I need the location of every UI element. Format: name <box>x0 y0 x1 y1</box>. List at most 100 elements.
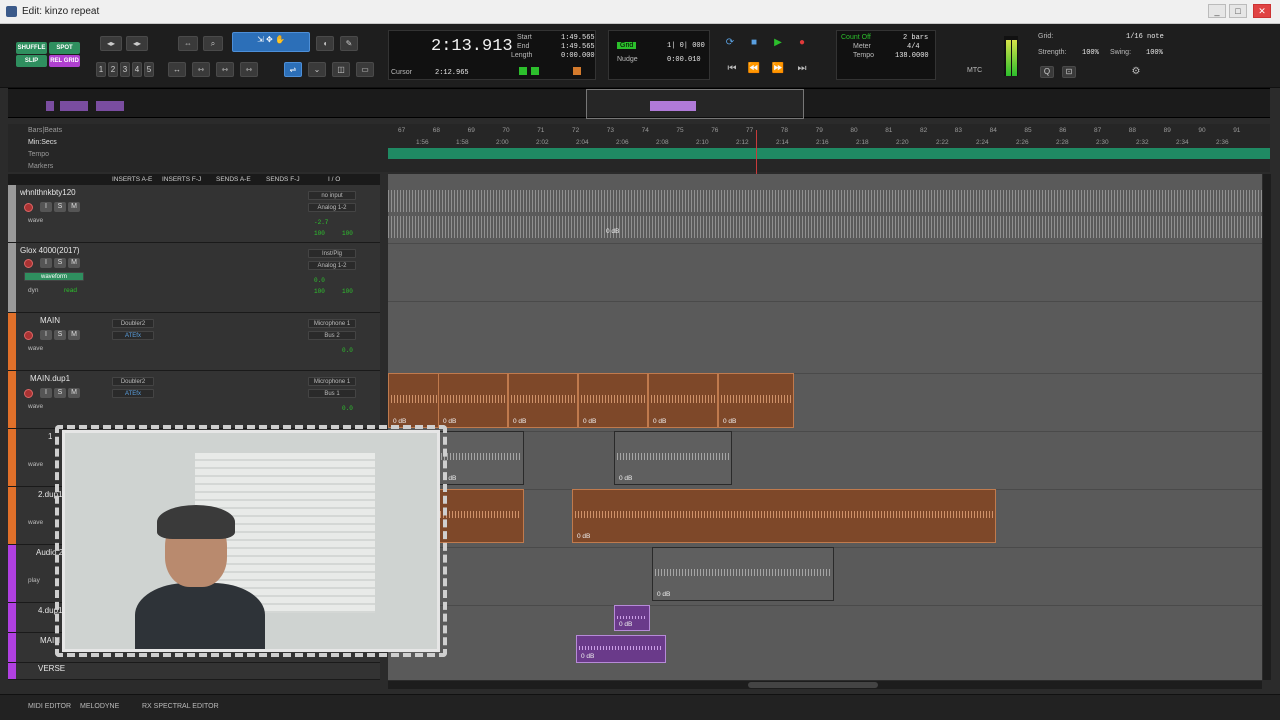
main-counter[interactable]: 2:13.913 Start End Length 1:49.565 1:49.… <box>388 30 596 80</box>
clip-gain[interactable]: 0 dB <box>619 621 632 628</box>
smart-tool[interactable]: ⇲ ✥ ✋ <box>232 32 310 52</box>
mirror-midi-icon[interactable]: ◫ <box>332 62 350 77</box>
audio-clip[interactable]: 0 dB <box>614 605 650 631</box>
audio-clip[interactable]: 0 dB <box>438 431 524 485</box>
track-pan-right[interactable]: 100 <box>342 230 353 237</box>
grid-mode-button[interactable]: REL GRID <box>49 55 80 67</box>
grid-lock-icon[interactable]: ⊡ <box>1062 66 1076 78</box>
zoom-preset-1[interactable]: 1 <box>96 62 106 77</box>
clip-gain[interactable]: 0 dB <box>577 533 590 540</box>
track-view[interactable]: wave <box>28 461 43 468</box>
maximize-button[interactable]: □ <box>1229 4 1247 18</box>
search-icon[interactable]: ⌕ <box>203 36 223 51</box>
track-name[interactable]: MAIN.dup1 <box>30 374 70 383</box>
track-input-selector[interactable]: Inst/Plg <box>308 249 356 258</box>
record-arm-button[interactable] <box>24 389 33 398</box>
track-row[interactable]: Glox 4000(2017) I S M waveform dyn read … <box>8 243 380 313</box>
clip-gain[interactable]: 0 dB <box>606 228 619 235</box>
track-name[interactable]: Audio 2 <box>36 548 63 557</box>
strength-value[interactable]: 100% <box>1082 49 1099 57</box>
automation-mode[interactable]: read <box>64 287 77 294</box>
track-output-selector[interactable]: Analog 1-2 <box>308 261 356 270</box>
mute-button[interactable]: M <box>68 388 80 398</box>
mute-button[interactable]: M <box>68 258 80 268</box>
scrubber-tool-icon[interactable]: ◖ <box>316 36 334 51</box>
audio-clip[interactable]: 0 dB <box>572 489 996 543</box>
shuffle-mode-button[interactable]: SHUFFLE <box>16 42 47 54</box>
gear-icon[interactable]: ⚙ <box>1128 65 1144 79</box>
play-button[interactable]: ▶ <box>770 36 786 50</box>
audio-clip[interactable]: 0 dB <box>576 635 666 663</box>
track-view[interactable]: wave <box>28 345 43 352</box>
return-to-zero-button[interactable]: ⏮ <box>724 62 740 76</box>
zoomer-tool-icon[interactable]: ⇔ <box>178 36 198 51</box>
fast-forward-button[interactable]: ⏩ <box>770 62 786 76</box>
zoom-out-button[interactable]: ◂▸ <box>100 36 122 51</box>
track-pan-left[interactable]: 100 <box>314 288 325 295</box>
track-view[interactable]: waveform <box>24 272 84 281</box>
insert-slot-1[interactable]: Doubler2 <box>112 319 154 328</box>
nudge-value[interactable]: 0:00.010 <box>667 56 701 64</box>
slip-mode-button[interactable]: SLIP <box>16 55 47 67</box>
spacing-icon[interactable]: ⇿ <box>240 62 258 77</box>
record-button[interactable]: ● <box>794 36 810 50</box>
track-volume[interactable]: 0.0 <box>314 277 325 284</box>
track-input-button[interactable]: I <box>40 258 52 268</box>
zoom-preset-5[interactable]: 5 <box>144 62 154 77</box>
track-pan-left[interactable]: 100 <box>314 230 325 237</box>
audio-clip[interactable]: 0 dB <box>718 373 794 428</box>
clip-gain[interactable]: 0 dB <box>657 591 670 598</box>
track-view[interactable]: wave <box>28 519 43 526</box>
track-volume[interactable]: 0.0 <box>342 347 353 354</box>
audio-clip[interactable]: 0 dB <box>648 373 718 428</box>
clip-gain[interactable]: 0 dB <box>619 475 632 482</box>
link-timeline-icon[interactable]: ⇌ <box>284 62 302 77</box>
rewind-button[interactable]: ⏪ <box>746 62 762 76</box>
track-name[interactable]: 4.dup1 <box>38 606 62 615</box>
nudge-label[interactable]: Nudge <box>617 56 638 63</box>
clip-gain[interactable]: 0 dB <box>653 418 666 425</box>
track-volume[interactable]: -2.7 <box>314 219 328 226</box>
audio-clip[interactable]: 0 dB <box>578 373 648 428</box>
clip-gain[interactable]: 0 dB <box>581 653 594 660</box>
track-name[interactable]: whnlthnkbty120 <box>20 188 76 197</box>
audio-clip[interactable] <box>428 489 524 543</box>
record-arm-button[interactable] <box>24 331 33 340</box>
track-input-selector[interactable]: no input <box>308 191 356 200</box>
solo-button[interactable]: S <box>54 258 66 268</box>
insertion-follows-icon[interactable]: ▭ <box>356 62 374 77</box>
track-name[interactable]: MAIN <box>40 316 60 325</box>
track-input-button[interactable]: I <box>40 330 52 340</box>
quantize-icon[interactable]: Q <box>1040 66 1054 78</box>
loop-icon[interactable]: ⟳ <box>722 36 738 50</box>
zoom-preset-4[interactable]: 4 <box>132 62 142 77</box>
track-volume[interactable]: 0.0 <box>342 405 353 412</box>
track-pan-right[interactable]: 100 <box>342 288 353 295</box>
tab-to-transient-icon[interactable]: ⌄ <box>308 62 326 77</box>
stop-button[interactable]: ■ <box>746 36 762 50</box>
track-name[interactable]: MAIN <box>40 636 60 645</box>
pencil-tool-icon[interactable]: ✎ <box>340 36 358 51</box>
grid-note-value[interactable]: 1/16 note <box>1126 33 1164 41</box>
clip-gain[interactable]: 0 dB <box>723 418 736 425</box>
track-output-selector[interactable]: Bus 1 <box>308 389 356 398</box>
shift-icon[interactable]: ⇿ <box>192 62 210 77</box>
minimize-button[interactable]: _ <box>1208 4 1226 18</box>
zoom-preset-3[interactable]: 3 <box>120 62 130 77</box>
clip-gain[interactable]: 0 dB <box>443 475 456 482</box>
clip-gain[interactable]: 0 dB <box>513 418 526 425</box>
go-to-end-button[interactable]: ⏭ <box>794 62 810 76</box>
grid-value[interactable]: 1| 0| 000 <box>667 42 705 50</box>
solo-button[interactable]: S <box>54 388 66 398</box>
clip-gain[interactable]: 0 dB <box>443 418 456 425</box>
audio-clip[interactable]: 0 dB <box>438 373 508 428</box>
horizontal-scrollbar[interactable] <box>388 681 1262 689</box>
track-row[interactable]: VERSE <box>8 663 380 680</box>
nudge-left-icon[interactable]: ↔ <box>168 62 186 77</box>
track-output-selector[interactable]: Analog 1-2 <box>308 203 356 212</box>
track-name[interactable]: 2.dup1 <box>38 490 62 499</box>
midi-editor-tab[interactable]: MIDI EDITOR <box>28 703 71 710</box>
track-name[interactable]: Glox 4000(2017) <box>20 246 80 255</box>
count-off-label[interactable]: Count Off <box>841 34 871 41</box>
track-extra-view[interactable]: dyn <box>28 287 38 294</box>
